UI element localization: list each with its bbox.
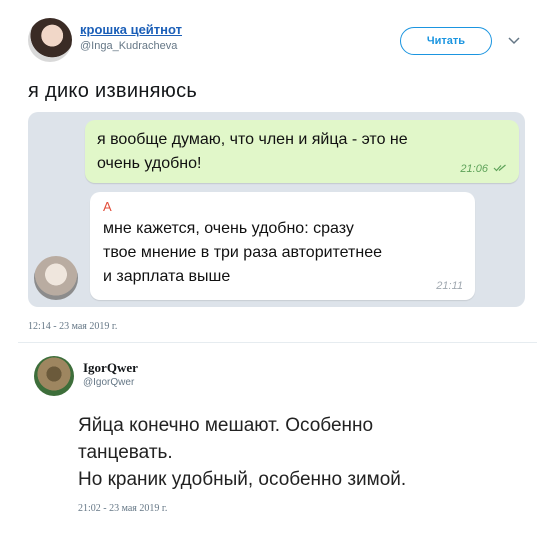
incoming-time: 21:11 xyxy=(436,280,463,292)
reply-line: Яйца конечно мешают. Особенно xyxy=(78,415,374,436)
author-display-name[interactable]: крошка цейтнот xyxy=(80,22,182,37)
reply-line: танцевать. xyxy=(78,442,173,463)
outgoing-time-text: 21:06 xyxy=(460,163,488,175)
author-avatar[interactable] xyxy=(28,18,72,62)
tweet-timestamp[interactable]: 12:14 - 23 мая 2019 г. xyxy=(28,321,117,332)
reply-display-name[interactable]: IgorQwer xyxy=(83,360,138,376)
reply-text: Яйца конечно мешают. Особенно танцевать.… xyxy=(78,412,538,493)
chevron-down-icon[interactable] xyxy=(508,33,520,48)
outgoing-message-text: я вообще думаю, что член и яйца - это не… xyxy=(97,128,497,176)
incoming-line: мне кажется, очень удобно: сразу xyxy=(103,220,354,237)
follow-button[interactable]: Читать xyxy=(400,27,492,55)
reply-handle[interactable]: @IgorQwer xyxy=(83,377,134,388)
incoming-line: и зарплата выше xyxy=(103,268,231,285)
incoming-message-text: мне кажется, очень удобно: сразу твое мн… xyxy=(103,217,463,289)
author-handle[interactable]: @Inga_Kudracheva xyxy=(80,40,177,52)
reply-avatar[interactable] xyxy=(34,356,74,396)
incoming-message: А мне кажется, очень удобно: сразу твое … xyxy=(90,192,475,300)
outgoing-line: очень удобно! xyxy=(97,155,202,172)
outgoing-time: 21:06 xyxy=(460,163,507,175)
chat-avatar xyxy=(34,256,78,300)
outgoing-message: я вообще думаю, что член и яйца - это не… xyxy=(85,120,519,183)
divider xyxy=(18,342,537,343)
reply-timestamp[interactable]: 21:02 - 23 мая 2019 г. xyxy=(78,503,167,514)
incoming-sender: А xyxy=(103,199,112,214)
reply-line: Но краник удобный, особенно зимой. xyxy=(78,469,407,490)
incoming-line: твое мнение в три раза авторитетнее xyxy=(103,244,382,261)
tweet-text: я дико извиняюсь xyxy=(28,80,198,102)
outgoing-line: я вообще думаю, что член и яйца - это не xyxy=(97,131,408,148)
double-check-icon xyxy=(493,163,507,175)
